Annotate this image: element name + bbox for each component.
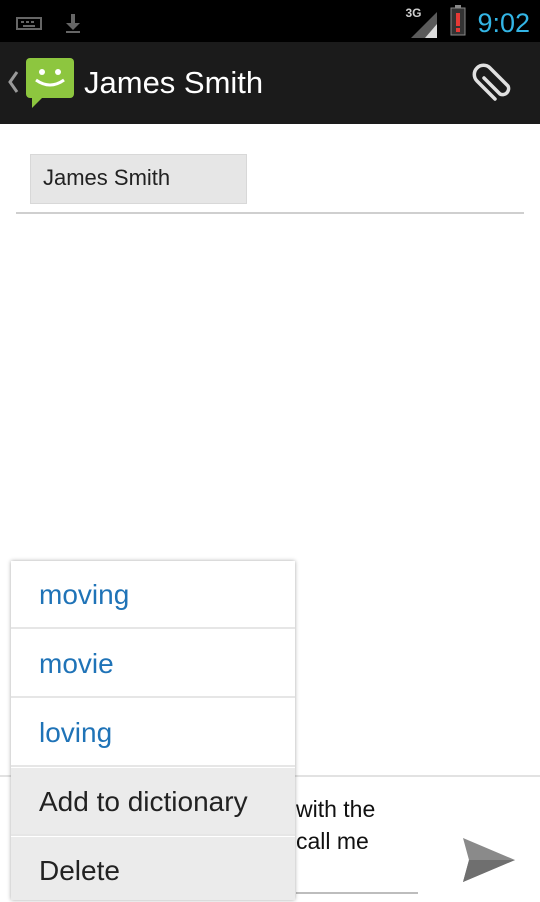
recipient-field[interactable]: James Smith xyxy=(16,124,524,214)
conversation-title: James Smith xyxy=(84,65,264,100)
battery-alert-icon xyxy=(449,4,467,41)
suggestion-item-movie[interactable]: movie xyxy=(11,630,295,698)
messaging-app-icon[interactable] xyxy=(24,56,76,115)
download-icon xyxy=(64,12,82,39)
action-bar: James Smith xyxy=(0,42,540,124)
suggestion-item-moving[interactable]: moving xyxy=(11,561,295,629)
suggestion-item-loving[interactable]: loving xyxy=(11,699,295,767)
signal-icon: 3G xyxy=(405,6,439,40)
recipient-chip[interactable]: James Smith xyxy=(30,154,247,204)
delete-button[interactable]: Delete xyxy=(11,837,295,900)
send-icon[interactable] xyxy=(455,832,525,892)
status-bar: 3G 9:02 xyxy=(0,0,540,42)
message-input[interactable]: with the call me xyxy=(296,793,375,857)
clock-time: 9:02 xyxy=(477,7,530,38)
attach-icon[interactable] xyxy=(470,60,518,113)
message-input-underline xyxy=(296,892,418,894)
recipient-field-underline xyxy=(16,212,524,214)
add-to-dictionary-button[interactable]: Add to dictionary xyxy=(11,768,295,836)
back-chevron-icon[interactable] xyxy=(6,68,20,101)
keyboard-icon xyxy=(16,15,42,36)
spelling-suggestion-popup: moving movie loving Add to dictionary De… xyxy=(11,561,295,900)
